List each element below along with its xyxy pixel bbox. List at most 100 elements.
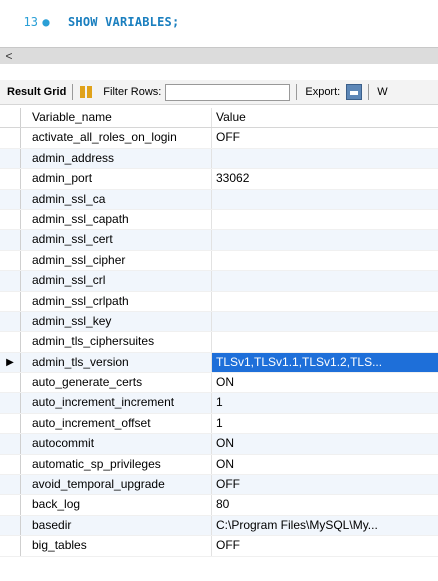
row-selector[interactable]: [0, 373, 21, 393]
execution-marker-icon: ●: [42, 15, 50, 29]
table-row[interactable]: automatic_sp_privileges ON: [0, 454, 438, 476]
table-row[interactable]: basedir C:\Program Files\MySQL\My...: [0, 515, 438, 537]
variable-name-cell[interactable]: admin_tls_version: [32, 353, 129, 372]
row-selector[interactable]: [0, 148, 21, 169]
value-cell[interactable]: [212, 190, 438, 209]
row-selector[interactable]: [0, 189, 21, 209]
value-cell[interactable]: [212, 271, 438, 290]
variable-name-cell[interactable]: autocommit: [32, 434, 94, 453]
variable-name-cell[interactable]: admin_ssl_cert: [32, 230, 113, 249]
value-cell[interactable]: [212, 312, 438, 331]
value-cell[interactable]: 80: [212, 495, 438, 514]
variable-name-cell[interactable]: admin_ssl_key: [32, 312, 111, 331]
variable-name-cell[interactable]: admin_port: [32, 169, 92, 188]
table-row[interactable]: admin_address: [0, 148, 438, 170]
variable-name-cell[interactable]: activate_all_roles_on_login: [32, 128, 177, 147]
value-cell[interactable]: 1: [212, 393, 438, 412]
variable-name-cell[interactable]: admin_tls_ciphersuites: [32, 332, 154, 351]
value-cell[interactable]: [212, 332, 438, 351]
table-row[interactable]: admin_port 33062: [0, 169, 438, 190]
result-grid[interactable]: Variable_name Value activate_all_roles_o…: [0, 108, 438, 557]
row-selector[interactable]: [0, 291, 21, 311]
table-row[interactable]: avoid_temporal_upgrade OFF: [0, 475, 438, 496]
table-row[interactable]: auto_generate_certs ON: [0, 373, 438, 394]
sql-statement[interactable]: SHOW VARIABLES;: [68, 15, 179, 29]
sql-editor[interactable]: 13 ● SHOW VARIABLES;: [0, 0, 438, 42]
row-selector[interactable]: [0, 454, 21, 475]
table-row[interactable]: activate_all_roles_on_login OFF: [0, 128, 438, 149]
grid-view-icon[interactable]: [79, 85, 93, 99]
value-cell[interactable]: TLSv1,TLSv1.1,TLSv1.2,TLS...: [212, 352, 438, 373]
table-row[interactable]: admin_ssl_key: [0, 311, 438, 333]
table-row[interactable]: big_tables OFF: [0, 536, 438, 557]
row-selector[interactable]: [0, 271, 21, 291]
variable-name-cell[interactable]: admin_address: [32, 149, 114, 168]
row-selected-arrow-icon[interactable]: ▶: [0, 352, 21, 373]
table-row[interactable]: admin_ssl_ca: [0, 189, 438, 210]
variable-name-cell[interactable]: admin_ssl_cipher: [32, 251, 125, 270]
result-grid-tab[interactable]: Result Grid: [7, 86, 66, 98]
value-cell[interactable]: OFF: [212, 128, 438, 147]
table-row[interactable]: admin_ssl_crlpath: [0, 291, 438, 312]
row-selector[interactable]: [0, 230, 21, 250]
variable-name-cell[interactable]: back_log: [32, 495, 80, 514]
table-row[interactable]: autocommit ON: [0, 434, 438, 455]
value-cell[interactable]: [212, 292, 438, 311]
variable-name-cell[interactable]: admin_ssl_crlpath: [32, 292, 129, 311]
row-selector[interactable]: [0, 250, 21, 271]
table-row[interactable]: admin_ssl_cipher: [0, 250, 438, 272]
row-selector[interactable]: [0, 311, 21, 332]
horizontal-scrollbar[interactable]: <: [0, 47, 438, 64]
table-row[interactable]: ▶ admin_tls_version TLSv1,TLSv1.1,TLSv1.2,…: [0, 352, 438, 374]
row-selector[interactable]: [0, 536, 21, 556]
table-row[interactable]: back_log 80: [0, 495, 438, 516]
value-cell[interactable]: [212, 251, 438, 270]
value-cell[interactable]: ON: [212, 373, 438, 392]
table-row[interactable]: admin_ssl_cert: [0, 230, 438, 251]
row-selector[interactable]: [0, 495, 21, 515]
row-selector[interactable]: [0, 169, 21, 189]
table-row[interactable]: auto_increment_increment 1: [0, 393, 438, 414]
variable-name-cell[interactable]: auto_increment_offset: [32, 414, 151, 433]
variable-name-cell[interactable]: automatic_sp_privileges: [32, 455, 161, 474]
table-row[interactable]: admin_ssl_capath: [0, 209, 438, 231]
value-cell[interactable]: [212, 230, 438, 249]
export-icon[interactable]: [346, 84, 363, 100]
row-selector[interactable]: [0, 413, 21, 434]
variable-name-cell[interactable]: auto_generate_certs: [32, 373, 142, 392]
value-cell[interactable]: C:\Program Files\MySQL\My...: [212, 516, 438, 535]
row-selector[interactable]: [0, 515, 21, 536]
variable-name-cell[interactable]: admin_ssl_ca: [32, 190, 105, 209]
value-cell[interactable]: OFF: [212, 536, 438, 555]
filter-rows-input[interactable]: [165, 83, 291, 101]
value-cell[interactable]: 33062: [212, 169, 438, 188]
value-cell[interactable]: ON: [212, 434, 438, 453]
wrap-cell-label[interactable]: W: [377, 86, 387, 98]
variable-name-cell[interactable]: big_tables: [32, 536, 87, 555]
row-selector[interactable]: [0, 393, 21, 413]
row-selector[interactable]: [0, 332, 21, 352]
row-selector[interactable]: [0, 128, 21, 148]
variable-name-cell[interactable]: basedir: [32, 516, 71, 535]
value-cell[interactable]: 1: [212, 414, 438, 433]
value-cell[interactable]: [212, 149, 438, 168]
toolbar-divider: [296, 84, 298, 100]
value-cell[interactable]: OFF: [212, 475, 438, 494]
variable-name-cell[interactable]: admin_ssl_crl: [32, 271, 105, 290]
variable-name-cell[interactable]: auto_increment_increment: [32, 393, 174, 412]
table-row[interactable]: admin_ssl_crl: [0, 271, 438, 292]
toolbar-divider: [72, 84, 74, 100]
variable-name-cell[interactable]: admin_ssl_capath: [32, 210, 129, 229]
row-selector[interactable]: [0, 475, 21, 495]
scroll-left-arrow-icon[interactable]: <: [2, 48, 16, 64]
row-selector[interactable]: [0, 434, 21, 454]
column-header-value[interactable]: Value: [212, 108, 438, 127]
editor-line-13[interactable]: 13 ● SHOW VARIABLES;: [0, 12, 180, 32]
table-row[interactable]: admin_tls_ciphersuites: [0, 332, 438, 353]
row-selector[interactable]: [0, 209, 21, 230]
table-row[interactable]: auto_increment_offset 1: [0, 413, 438, 435]
variable-name-cell[interactable]: avoid_temporal_upgrade: [32, 475, 165, 494]
value-cell[interactable]: ON: [212, 455, 438, 474]
value-cell[interactable]: [212, 210, 438, 229]
column-header-variable-name[interactable]: Variable_name: [32, 108, 112, 127]
